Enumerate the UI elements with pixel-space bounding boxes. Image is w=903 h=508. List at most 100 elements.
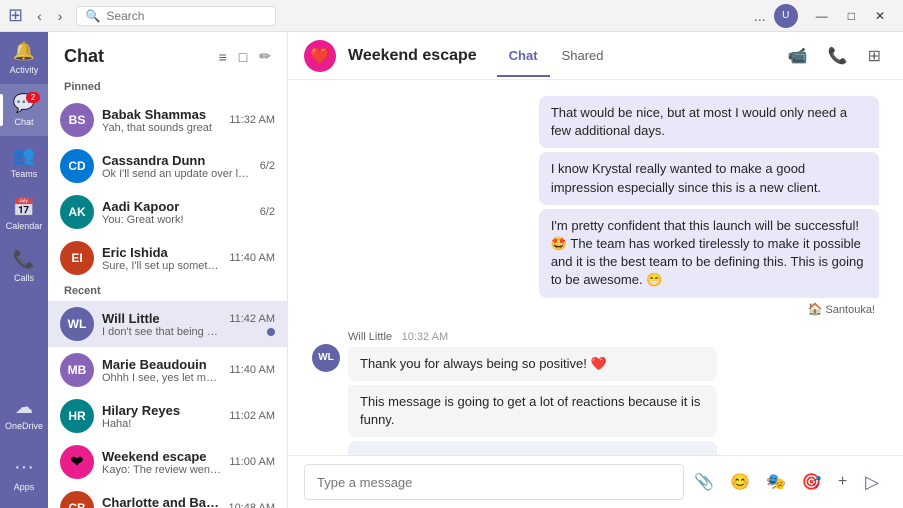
sidebar-item-onedrive[interactable]: ☁ OneDrive xyxy=(0,388,48,440)
chat-time: 11:32 AM xyxy=(229,114,275,126)
sidebar-item-apps[interactable]: ··· Apps xyxy=(0,448,48,500)
more-compose-button[interactable]: + xyxy=(832,469,853,495)
compose-new-button[interactable]: ✏ xyxy=(255,44,275,69)
message-bubble: I know Krystal really wanted to make a g… xyxy=(539,152,879,204)
activity-icon: 🔔 xyxy=(13,41,35,62)
window-controls: — □ ✕ xyxy=(806,5,895,27)
back-button[interactable]: ‹ xyxy=(31,6,48,26)
list-item[interactable]: BS Babak Shammas Yah, that sounds great … xyxy=(48,97,287,143)
list-item[interactable]: ❤ Weekend escape Kayo: The review went r… xyxy=(48,439,287,485)
list-item[interactable]: AK Aadi Kapoor You: Great work! 6/2 xyxy=(48,189,287,235)
chat-preview: Sure, I'll set up something for next wee… xyxy=(102,260,221,272)
avatar: ❤ xyxy=(60,445,94,479)
chat-name: Aadi Kapoor xyxy=(102,199,252,214)
chat-info: Eric Ishida Sure, I'll set up something … xyxy=(102,245,221,272)
chat-meta: 11:02 AM xyxy=(229,410,275,422)
chat-meta: 11:32 AM xyxy=(229,114,275,126)
chat-info: Babak Shammas Yah, that sounds great xyxy=(102,107,221,134)
chat-meta: 6/2 xyxy=(260,160,275,172)
chat-list-title: Chat xyxy=(64,46,104,67)
emoji-button[interactable]: 😊 xyxy=(724,468,756,496)
chat-preview: Ohhh I see, yes let me fix that! xyxy=(102,372,221,384)
chat-info: Hilary Reyes Haha! xyxy=(102,403,221,430)
sidebar-item-calendar[interactable]: 📅 Calendar xyxy=(0,188,48,240)
search-icon: 🔍 xyxy=(85,9,100,23)
calls-icon: 📞 xyxy=(13,249,35,270)
list-item[interactable]: CD Cassandra Dunn Ok I'll send an update… xyxy=(48,143,287,189)
chat-meta: 6/2 xyxy=(260,206,275,218)
microsoft-teams-logo: ⊞ xyxy=(8,5,23,26)
message-bubble: I'm pretty confident that this launch wi… xyxy=(539,209,879,298)
onedrive-icon: ☁ xyxy=(15,397,33,418)
compose-input[interactable] xyxy=(304,464,684,500)
outgoing-message-group: That would be nice, but at most I would … xyxy=(312,96,879,316)
chat-time: 11:40 AM xyxy=(229,252,275,264)
title-bar-left: ⊞ ‹ › 🔍 xyxy=(8,5,276,26)
chat-info: Aadi Kapoor You: Great work! xyxy=(102,199,252,226)
chat-list-header: Chat ≡ □ ✏ xyxy=(48,32,287,77)
tab-shared[interactable]: Shared xyxy=(550,36,616,77)
chat-list-panel: Chat ≡ □ ✏ Pinned BS Babak Shammas Yah, … xyxy=(48,32,288,508)
compose-input-row: 📎 😊 🎭 🎯 + ▷ xyxy=(304,464,887,500)
chat-time: 11:42 AM xyxy=(229,313,275,325)
chat-meta: 11:40 AM xyxy=(229,252,275,264)
left-rail: 🔔 Activity 2 💬 Chat 👥 Teams 📅 Calendar 📞… xyxy=(0,32,48,508)
list-item[interactable]: WL Will Little I don't see that being an… xyxy=(48,301,287,347)
chat-preview: Yah, that sounds great xyxy=(102,122,221,134)
list-item[interactable]: MB Marie Beaudouin Ohhh I see, yes let m… xyxy=(48,347,287,393)
send-button[interactable]: ▷ xyxy=(857,468,887,497)
avatar: CD xyxy=(60,149,94,183)
avatar: CB xyxy=(60,491,94,508)
chat-header-tabs: Chat Shared xyxy=(497,36,616,76)
more-action-button[interactable]: ⊞ xyxy=(862,42,887,70)
tab-chat[interactable]: Chat xyxy=(497,36,550,77)
chat-meta: 10:48 AM xyxy=(229,502,275,508)
chat-info: Weekend escape Kayo: The review went rea… xyxy=(102,449,221,476)
compose-bar: 📎 😊 🎭 🎯 + ▷ xyxy=(288,455,903,508)
chat-info: Charlotte and Babak Charlotte: The clien… xyxy=(102,495,221,508)
avatar: AK xyxy=(60,195,94,229)
minimize-button[interactable]: — xyxy=(806,5,838,27)
user-avatar[interactable]: U xyxy=(774,4,798,28)
forward-button[interactable]: › xyxy=(52,6,69,26)
avatar: WL xyxy=(60,307,94,341)
pinned-section-label: Pinned xyxy=(48,77,287,97)
onedrive-label: OneDrive xyxy=(5,421,43,431)
chat-time: 11:02 AM xyxy=(229,410,275,422)
calls-label: Calls xyxy=(14,273,34,283)
sidebar-item-teams[interactable]: 👥 Teams xyxy=(0,136,48,188)
calendar-label: Calendar xyxy=(6,221,43,231)
maximize-button[interactable]: □ xyxy=(838,5,865,27)
chat-time: 11:00 AM xyxy=(229,456,275,468)
more-options-button[interactable]: ... xyxy=(754,8,766,24)
chat-badge: 2 xyxy=(26,92,40,103)
chat-preview: Haha! xyxy=(102,418,221,430)
video-call-button[interactable]: □ xyxy=(235,44,251,69)
list-item[interactable]: HR Hilary Reyes Haha! 11:02 AM xyxy=(48,393,287,439)
list-item[interactable]: CB Charlotte and Babak Charlotte: The cl… xyxy=(48,485,287,508)
chat-preview: I don't see that being an issue, can tak… xyxy=(102,326,221,338)
filter-button[interactable]: ≡ xyxy=(215,44,231,69)
chat-name: Will Little xyxy=(102,311,221,326)
message-sender-info: Will Little 10:32 AM xyxy=(348,328,717,343)
chat-name: Cassandra Dunn xyxy=(102,153,252,168)
list-item[interactable]: EI Eric Ishida Sure, I'll set up somethi… xyxy=(48,235,287,281)
audio-call-action-button[interactable]: 📞 xyxy=(822,42,854,70)
sidebar-item-chat[interactable]: 2 💬 Chat xyxy=(0,84,48,136)
chat-items: Pinned BS Babak Shammas Yah, that sounds… xyxy=(48,77,287,508)
group-avatar: ❤️ xyxy=(304,40,336,72)
sidebar-item-calls[interactable]: 📞 Calls xyxy=(0,240,48,292)
close-button[interactable]: ✕ xyxy=(865,5,895,27)
incoming-message-group: WL Will Little 10:32 AM Thank you for al… xyxy=(312,328,879,456)
avatar: HR xyxy=(60,399,94,433)
search-input[interactable] xyxy=(106,9,267,23)
search-bar[interactable]: 🔍 xyxy=(76,6,276,26)
video-call-action-button[interactable]: 📹 xyxy=(782,42,814,70)
sidebar-item-activity[interactable]: 🔔 Activity xyxy=(0,32,48,84)
chat-list-actions: ≡ □ ✏ xyxy=(215,44,275,69)
gif-button[interactable]: 🎭 xyxy=(760,468,792,496)
app-body: 🔔 Activity 2 💬 Chat 👥 Teams 📅 Calendar 📞… xyxy=(0,32,903,508)
attach-button[interactable]: 📎 xyxy=(688,468,720,496)
sticker-button[interactable]: 🎯 xyxy=(796,468,828,496)
chat-time: 6/2 xyxy=(260,206,275,218)
